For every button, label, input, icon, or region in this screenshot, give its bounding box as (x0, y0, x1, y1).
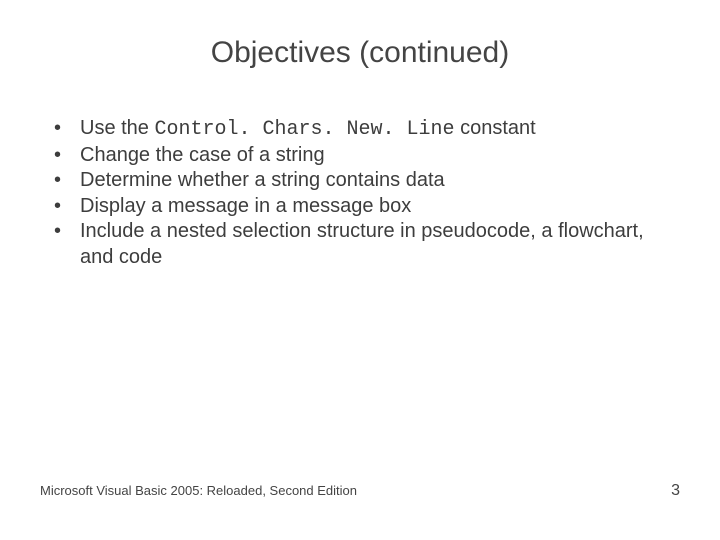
footer-text: Microsoft Visual Basic 2005: Reloaded, S… (40, 483, 357, 498)
list-item: Change the case of a string (54, 143, 680, 169)
slide-footer: Microsoft Visual Basic 2005: Reloaded, S… (40, 482, 680, 500)
page-number: 3 (671, 482, 680, 500)
list-item-text: Include a nested selection structure in … (80, 220, 649, 268)
list-item-text: Change the case of a string (80, 144, 325, 166)
bullet-list: Use the Control. Chars. New. Line consta… (40, 116, 680, 271)
slide-title: Objectives (continued) (40, 36, 680, 70)
list-item-text: Display a message in a message box (80, 195, 411, 217)
list-item: Use the Control. Chars. New. Line consta… (54, 116, 680, 143)
list-item: Determine whether a string contains data (54, 168, 680, 194)
list-item-text: Use the Control. Chars. New. Line consta… (80, 117, 536, 139)
slide: Objectives (continued) Use the Control. … (0, 0, 720, 540)
list-item: Display a message in a message box (54, 194, 680, 220)
list-item-text: Determine whether a string contains data (80, 169, 445, 191)
list-item: Include a nested selection structure in … (54, 219, 680, 270)
